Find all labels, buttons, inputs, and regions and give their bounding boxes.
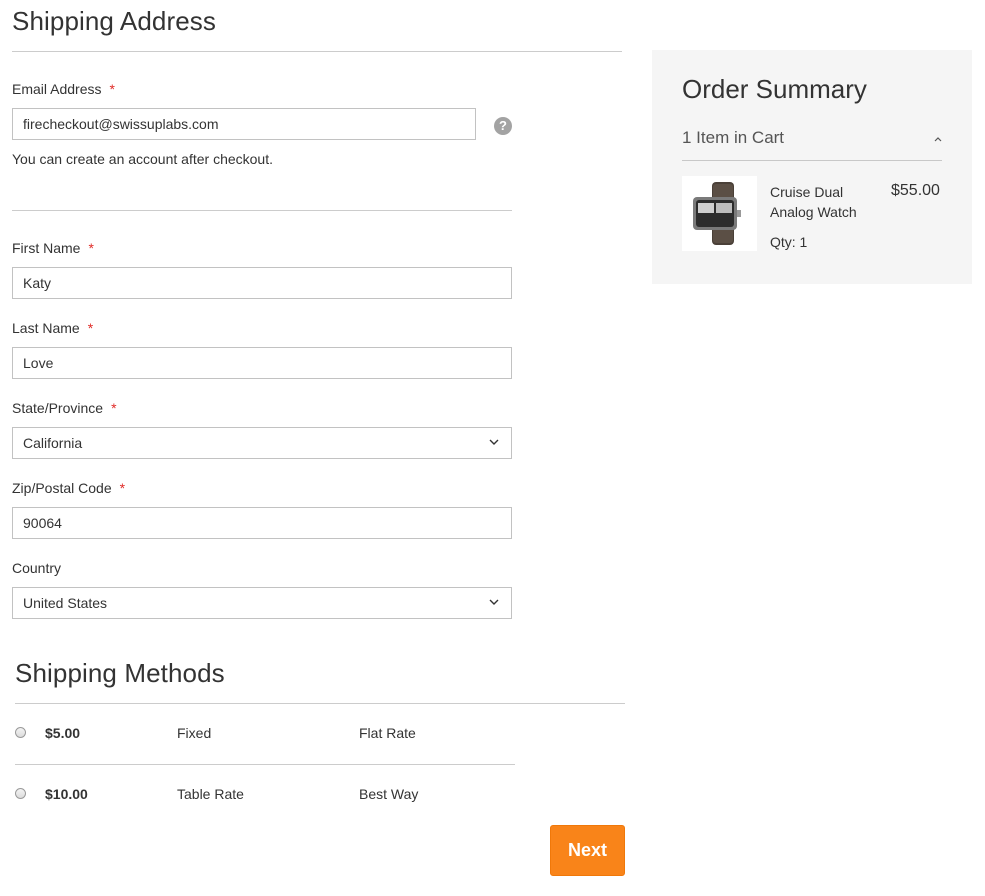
zip-label-text: Zip/Postal Code — [12, 480, 112, 496]
product-price: $55.00 — [891, 182, 940, 199]
items-in-cart-toggle[interactable]: 1 Item in Cart — [682, 128, 784, 148]
method-divider — [15, 764, 515, 765]
first-name-field[interactable]: Katy — [12, 267, 512, 299]
state-select[interactable]: California — [12, 427, 512, 459]
product-name[interactable]: Cruise Dual Analog Watch — [770, 182, 880, 222]
shipping-methods-title: Shipping Methods — [15, 658, 225, 688]
email-label-text: Email Address — [12, 81, 102, 97]
zip-label: Zip/Postal Code * — [12, 480, 125, 496]
method-price: $5.00 — [45, 725, 81, 741]
email-divider — [12, 210, 512, 211]
section-divider — [12, 51, 622, 52]
chevron-up-icon[interactable] — [934, 136, 942, 142]
email-label: Email Address * — [12, 81, 115, 97]
order-summary-title: Order Summary — [682, 74, 867, 104]
watch-icon — [693, 182, 741, 245]
email-note: You can create an account after checkout… — [12, 151, 273, 167]
country-label: Country — [12, 560, 62, 576]
country-select[interactable]: United States — [12, 587, 512, 619]
product-thumbnail[interactable] — [682, 176, 757, 251]
method-price: $10.00 — [45, 786, 88, 802]
zip-field[interactable]: 90064 — [12, 507, 512, 539]
required-mark: * — [109, 81, 115, 97]
first-name-label-text: First Name — [12, 240, 81, 256]
next-button[interactable]: Next — [550, 825, 625, 876]
last-name-label-text: Last Name — [12, 320, 80, 336]
chevron-down-icon — [489, 599, 499, 605]
section-divider — [15, 703, 625, 704]
last-name-label: Last Name * — [12, 320, 93, 336]
state-label: State/Province * — [12, 400, 117, 416]
shipping-method-radio[interactable] — [15, 788, 26, 799]
shipping-address-title: Shipping Address — [12, 6, 216, 36]
shipping-method-radio[interactable] — [15, 727, 26, 738]
order-summary-panel: Order Summary 1 Item in Cart Cruise Dual… — [652, 50, 972, 284]
required-mark: * — [88, 240, 94, 256]
required-mark: * — [87, 320, 94, 336]
state-label-text: State/Province — [12, 400, 104, 416]
carrier-title: Flat Rate — [359, 725, 416, 741]
required-mark: * — [111, 400, 117, 416]
state-selected-value: California — [23, 435, 83, 451]
email-field[interactable]: firecheckout@swissuplabs.com — [12, 108, 476, 140]
last-name-field[interactable]: Love — [12, 347, 512, 379]
method-title: Table Rate — [177, 786, 244, 802]
summary-divider — [682, 160, 942, 161]
question-circle-icon[interactable]: ? — [494, 117, 512, 135]
first-name-label: First Name * — [12, 240, 94, 256]
country-selected-value: United States — [23, 595, 108, 611]
carrier-title: Best Way — [359, 786, 419, 802]
chevron-down-icon — [489, 439, 499, 445]
required-mark: * — [119, 480, 126, 496]
method-title: Fixed — [177, 725, 212, 741]
product-qty: Qty: 1 — [770, 234, 808, 250]
